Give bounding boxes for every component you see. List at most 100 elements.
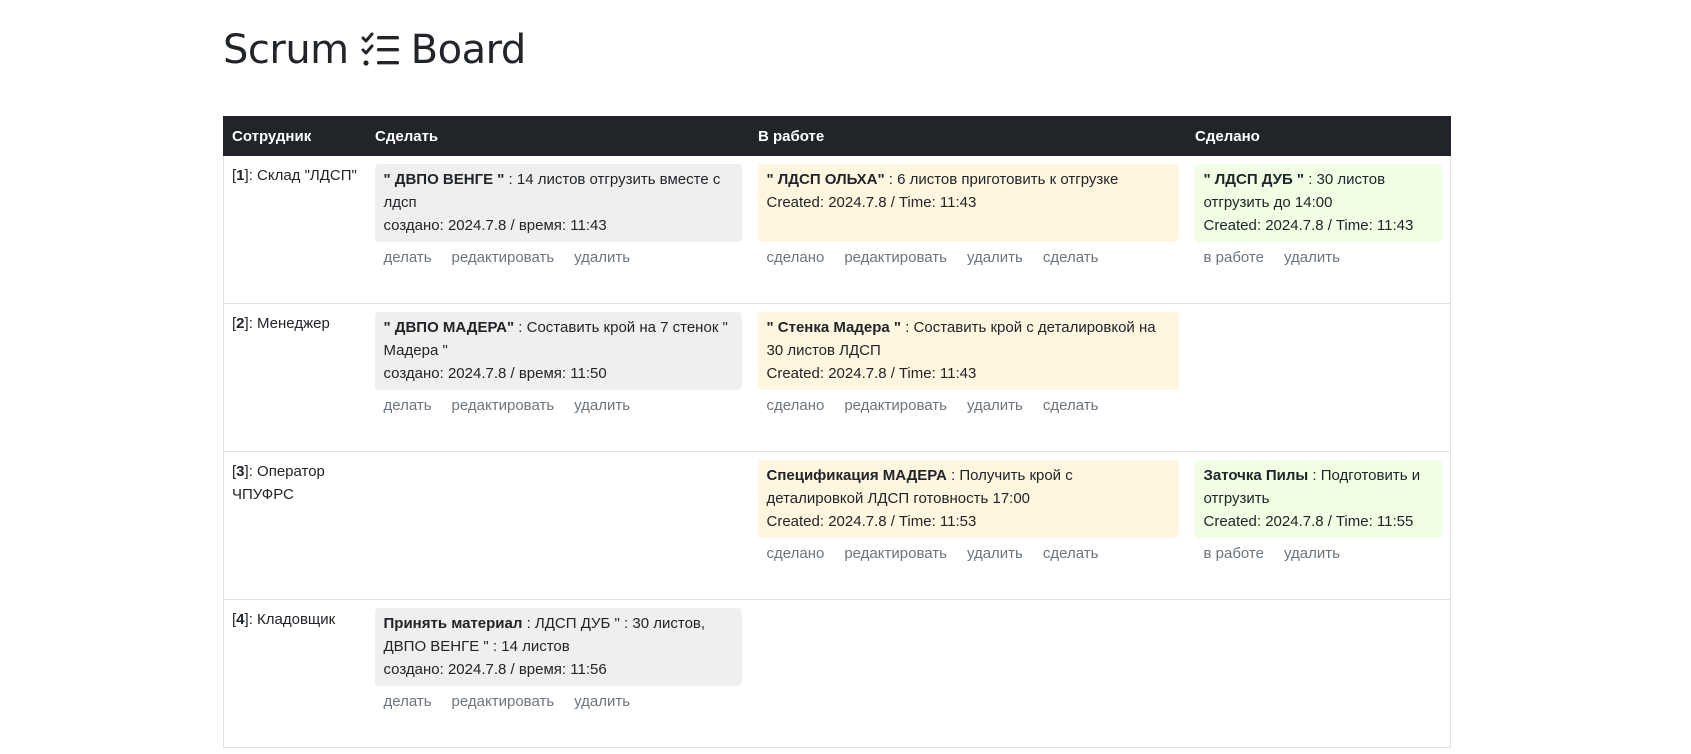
task-action-link[interactable]: в работе <box>1204 545 1264 562</box>
title-left: Scrum <box>223 27 349 73</box>
cell-todo <box>366 451 750 600</box>
task-action-link[interactable]: удалить <box>574 249 630 266</box>
employee-name: : Менеджер <box>248 315 330 332</box>
column-header-in-progress: В работе <box>749 116 1187 156</box>
employee-label: [3]: Оператор ЧПУФРС <box>232 463 325 503</box>
employee-cell: [1]: Склад "ЛДСП" <box>223 155 367 304</box>
employee-cell: [2]: Менеджер <box>223 303 367 452</box>
table-row: [1]: Склад "ЛДСП" " ДВПО ВЕНГЕ " : 14 лис… <box>223 155 1451 304</box>
task-action-link[interactable]: сделать <box>1043 545 1099 562</box>
task-action-link[interactable]: делать <box>384 249 432 266</box>
task-action-link[interactable]: сделать <box>1043 397 1099 414</box>
employee-cell: [4]: Кладовщик <box>223 599 367 748</box>
task-meta: создано: 2024.7.8 / время: 11:56 <box>383 661 607 678</box>
cell-work <box>749 599 1187 748</box>
task-action-link[interactable]: сделано <box>767 545 825 562</box>
cell-done <box>1186 599 1451 748</box>
cell-todo: Принять материал : ЛДСП ДУБ " : 30 листо… <box>366 599 750 748</box>
task-action-link[interactable]: редактировать <box>844 397 947 414</box>
employee-name: : Оператор ЧПУФРС <box>232 463 325 503</box>
task-card: Заточка Пилы : Подготовить и отгрузить Cr… <box>1194 460 1442 538</box>
task-meta: создано: 2024.7.8 / время: 11:50 <box>383 365 607 382</box>
column-header-done: Сделано <box>1186 116 1451 156</box>
task-action-link[interactable]: редактировать <box>844 249 947 266</box>
task-name: " Стенка Мадера " <box>766 319 902 336</box>
task-name: Принять материал <box>383 615 523 632</box>
task-action-link[interactable]: удалить <box>1284 249 1340 266</box>
scrum-board-table: Сотрудник Сделать В работе Сделано [1]: … <box>223 116 1451 748</box>
task-meta: Created: 2024.7.8 / Time: 11:55 <box>1203 513 1414 530</box>
task-name: Спецификация МАДЕРА <box>766 467 947 484</box>
table-row: [3]: Оператор ЧПУФРС Спецификация МАДЕРА … <box>223 451 1451 600</box>
employee-name: : Кладовщик <box>248 611 336 628</box>
task-name: " ДВПО ВЕНГЕ " <box>383 171 505 188</box>
table-row: [4]: Кладовщик Принять материал : ЛДСП ДУ… <box>223 599 1451 748</box>
task-name: " ЛДСП ОЛЬХА" <box>766 171 885 188</box>
task-action-link[interactable]: удалить <box>967 397 1023 414</box>
task-actions: делать редактировать удалить <box>375 390 742 429</box>
employee-name: : Склад "ЛДСП" <box>248 167 357 184</box>
checklist-icon <box>361 32 399 66</box>
task-action-link[interactable]: делать <box>384 693 432 710</box>
employee-label: [2]: Менеджер <box>232 315 330 332</box>
task-meta: Created: 2024.7.8 / Time: 11:53 <box>766 513 977 530</box>
task-action-link[interactable]: редактировать <box>452 249 555 266</box>
task-card: Спецификация МАДЕРА : Получить крой с де… <box>757 460 1179 538</box>
cell-done <box>1186 303 1451 452</box>
employee-number: 3 <box>236 463 245 480</box>
table-row: [2]: Менеджер " ДВПО МАДЕРА" : Составить … <box>223 303 1451 452</box>
employee-number: 4 <box>236 611 245 628</box>
employee-number: 2 <box>236 315 245 332</box>
task-card: " ДВПО МАДЕРА" : Составить крой на 7 сте… <box>374 312 742 390</box>
cell-todo: " ДВПО МАДЕРА" : Составить крой на 7 сте… <box>366 303 750 452</box>
task-card: " ЛДСП ОЛЬХА" : 6 листов приготовить к о… <box>757 164 1179 242</box>
task-description: : 6 листов приготовить к отгрузке <box>884 171 1119 188</box>
cell-work: Спецификация МАДЕРА : Получить крой с де… <box>749 451 1187 600</box>
task-action-link[interactable]: делать <box>384 397 432 414</box>
task-meta: Created: 2024.7.8 / Time: 11:43 <box>766 194 977 211</box>
task-actions: сделано редактировать удалить сделать <box>758 242 1179 281</box>
column-header-todo: Сделать <box>366 116 750 156</box>
task-action-link[interactable]: удалить <box>574 693 630 710</box>
employee-number: 1 <box>236 167 245 184</box>
task-actions: сделано редактировать удалить сделать <box>758 538 1179 577</box>
task-action-link[interactable]: сделать <box>1043 249 1099 266</box>
task-name: " ЛДСП ДУБ " <box>1203 171 1305 188</box>
task-actions: в работе удалить <box>1195 242 1443 281</box>
task-card: Принять материал : ЛДСП ДУБ " : 30 листо… <box>374 608 742 686</box>
table-header-row: Сотрудник Сделать В работе Сделано <box>223 116 1451 156</box>
task-action-link[interactable]: удалить <box>967 249 1023 266</box>
task-action-link[interactable]: удалить <box>967 545 1023 562</box>
task-actions: делать редактировать удалить <box>375 686 742 725</box>
task-action-link[interactable]: сделано <box>767 397 825 414</box>
task-meta: Created: 2024.7.8 / Time: 11:43 <box>766 365 977 382</box>
title-right: Board <box>410 27 527 73</box>
task-card: " ЛДСП ДУБ " : 30 листов отгрузить до 14… <box>1194 164 1442 242</box>
task-action-link[interactable]: редактировать <box>452 397 555 414</box>
task-card: " ДВПО ВЕНГЕ " : 14 листов отгрузить вме… <box>374 164 742 242</box>
task-action-link[interactable]: в работе <box>1204 249 1264 266</box>
cell-done: " ЛДСП ДУБ " : 30 листов отгрузить до 14… <box>1186 155 1451 304</box>
employee-cell: [3]: Оператор ЧПУФРС <box>223 451 367 600</box>
task-action-link[interactable]: сделано <box>767 249 825 266</box>
employee-label: [4]: Кладовщик <box>232 611 336 628</box>
task-action-link[interactable]: редактировать <box>844 545 947 562</box>
cell-done: Заточка Пилы : Подготовить и отгрузить Cr… <box>1186 451 1451 600</box>
task-action-link[interactable]: удалить <box>1284 545 1340 562</box>
task-name: " ДВПО МАДЕРА" <box>383 319 515 336</box>
column-header-employee: Сотрудник <box>223 116 367 156</box>
cell-work: " ЛДСП ОЛЬХА" : 6 листов приготовить к о… <box>749 155 1187 304</box>
task-actions: в работе удалить <box>1195 538 1443 577</box>
task-name: Заточка Пилы <box>1203 467 1309 484</box>
task-meta: Created: 2024.7.8 / Time: 11:43 <box>1203 217 1414 234</box>
task-meta: создано: 2024.7.8 / время: 11:43 <box>383 217 607 234</box>
task-actions: сделано редактировать удалить сделать <box>758 390 1179 429</box>
employee-label: [1]: Склад "ЛДСП" <box>232 167 357 184</box>
task-action-link[interactable]: редактировать <box>452 693 555 710</box>
page: Scrum Board Сотрудник Сделать В работе С… <box>0 0 1691 754</box>
page-title: Scrum Board <box>223 20 526 80</box>
task-actions: делать редактировать удалить <box>375 242 742 281</box>
task-card: " Стенка Мадера " : Составить крой с дет… <box>757 312 1179 390</box>
task-action-link[interactable]: удалить <box>574 397 630 414</box>
cell-todo: " ДВПО ВЕНГЕ " : 14 листов отгрузить вме… <box>366 155 750 304</box>
